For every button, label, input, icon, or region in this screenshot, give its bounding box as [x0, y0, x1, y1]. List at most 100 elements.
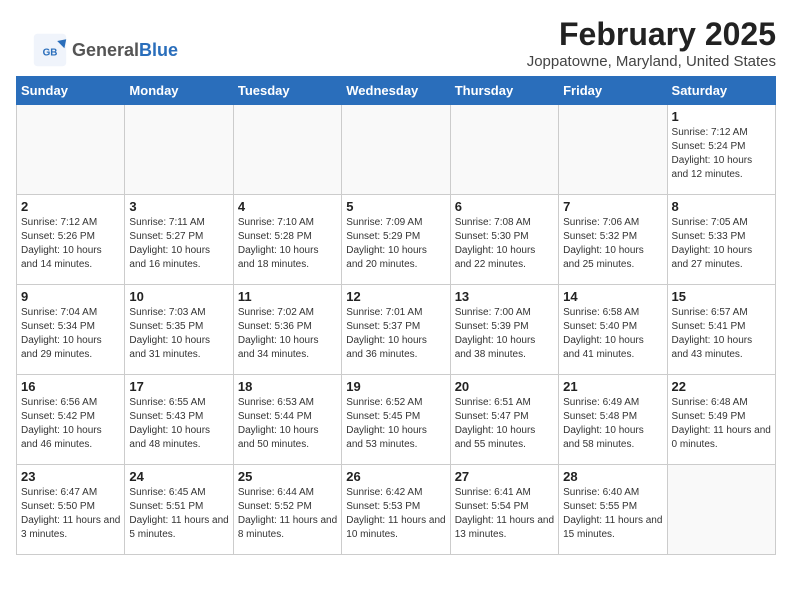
calendar-cell: 23 Sunrise: 6:47 AM Sunset: 5:50 PM Dayli… — [17, 465, 125, 555]
day-number: 14 — [563, 289, 662, 304]
calendar-cell: 20Sunrise: 6:51 AM Sunset: 5:47 PM Dayli… — [450, 375, 558, 465]
day-number: 12 — [346, 289, 445, 304]
day-info: Sunrise: 6:53 AM Sunset: 5:44 PM Dayligh… — [238, 396, 337, 452]
day-number: 19 — [346, 379, 445, 394]
day-number: 22 — [672, 379, 771, 394]
calendar-cell: 28 Sunrise: 6:40 AM Sunset: 5:55 PM Dayli… — [559, 465, 667, 555]
calendar-cell: 3 Sunrise: 7:11 AM Sunset: 5:27 PM Daylig… — [125, 195, 233, 285]
calendar-cell: 19 Sunrise: 6:52 AM Sunset: 5:45 PM Dayli… — [342, 375, 450, 465]
calendar-cell: 24 Sunrise: 6:45 AM Sunset: 5:51 PM Dayli… — [125, 465, 233, 555]
calendar-cell: 5 Sunrise: 7:09 AM Sunset: 5:29 PM Daylig… — [342, 195, 450, 285]
day-info: Sunrise: 7:11 AM Sunset: 5:27 PM Dayligh… — [129, 216, 228, 272]
day-number: 6 — [455, 199, 554, 214]
day-info: Sunrise: 7:00 AM Sunset: 5:39 PM Dayligh… — [455, 306, 554, 362]
calendar-week-row: 16 Sunrise: 6:56 AM Sunset: 5:42 PM Dayli… — [17, 375, 776, 465]
day-number: 17 — [129, 379, 228, 394]
calendar-week-row: 2 Sunrise: 7:12 AM Sunset: 5:26 PM Daylig… — [17, 195, 776, 285]
calendar-dow-thursday: Thursday — [450, 77, 558, 105]
calendar-cell — [667, 465, 775, 555]
calendar-cell — [342, 105, 450, 195]
calendar-cell: 16 Sunrise: 6:56 AM Sunset: 5:42 PM Dayli… — [17, 375, 125, 465]
day-info: Sunrise: 6:44 AM Sunset: 5:52 PM Dayligh… — [238, 486, 337, 542]
day-number: 1 — [672, 109, 771, 124]
day-info: Sunrise: 6:57 AM Sunset: 5:41 PM Dayligh… — [672, 306, 771, 362]
day-number: 21 — [563, 379, 662, 394]
calendar-cell: 22 Sunrise: 6:48 AM Sunset: 5:49 PM Dayli… — [667, 375, 775, 465]
day-info: Sunrise: 6:55 AM Sunset: 5:43 PM Dayligh… — [129, 396, 228, 452]
day-info: Sunrise: 7:02 AM Sunset: 5:36 PM Dayligh… — [238, 306, 337, 362]
day-number: 26 — [346, 469, 445, 484]
calendar-cell — [450, 105, 558, 195]
day-info: Sunrise: 7:09 AM Sunset: 5:29 PM Dayligh… — [346, 216, 445, 272]
day-info: Sunrise: 6:49 AM Sunset: 5:48 PM Dayligh… — [563, 396, 662, 452]
day-number: 13 — [455, 289, 554, 304]
calendar-dow-monday: Monday — [125, 77, 233, 105]
day-number: 24 — [129, 469, 228, 484]
day-number: 11 — [238, 289, 337, 304]
day-number: 18 — [238, 379, 337, 394]
logo-text: GeneralBlue — [72, 40, 178, 61]
day-number: 27 — [455, 469, 554, 484]
day-info: Sunrise: 6:51 AM Sunset: 5:47 PM Dayligh… — [455, 396, 554, 452]
day-info: Sunrise: 7:12 AM Sunset: 5:26 PM Dayligh… — [21, 216, 120, 272]
day-info: Sunrise: 7:04 AM Sunset: 5:34 PM Dayligh… — [21, 306, 120, 362]
calendar-dow-friday: Friday — [559, 77, 667, 105]
day-info: Sunrise: 6:52 AM Sunset: 5:45 PM Dayligh… — [346, 396, 445, 452]
day-number: 5 — [346, 199, 445, 214]
day-number: 10 — [129, 289, 228, 304]
calendar-cell: 9 Sunrise: 7:04 AM Sunset: 5:34 PM Daylig… — [17, 285, 125, 375]
calendar-cell: 15 Sunrise: 6:57 AM Sunset: 5:41 PM Dayli… — [667, 285, 775, 375]
calendar-cell: 11 Sunrise: 7:02 AM Sunset: 5:36 PM Dayli… — [233, 285, 341, 375]
day-info: Sunrise: 6:56 AM Sunset: 5:42 PM Dayligh… — [21, 396, 120, 452]
day-number: 7 — [563, 199, 662, 214]
calendar-dow-wednesday: Wednesday — [342, 77, 450, 105]
day-info: Sunrise: 7:03 AM Sunset: 5:35 PM Dayligh… — [129, 306, 228, 362]
day-number: 23 — [21, 469, 120, 484]
day-number: 2 — [21, 199, 120, 214]
day-info: Sunrise: 6:40 AM Sunset: 5:55 PM Dayligh… — [563, 486, 662, 542]
calendar-cell: 6 Sunrise: 7:08 AM Sunset: 5:30 PM Daylig… — [450, 195, 558, 285]
calendar-cell: 8 Sunrise: 7:05 AM Sunset: 5:33 PM Daylig… — [667, 195, 775, 285]
day-info: Sunrise: 7:01 AM Sunset: 5:37 PM Dayligh… — [346, 306, 445, 362]
calendar-cell: 12 Sunrise: 7:01 AM Sunset: 5:37 PM Dayli… — [342, 285, 450, 375]
calendar-dow-sunday: Sunday — [17, 77, 125, 105]
calendar-week-row: 9 Sunrise: 7:04 AM Sunset: 5:34 PM Daylig… — [17, 285, 776, 375]
day-info: Sunrise: 6:48 AM Sunset: 5:49 PM Dayligh… — [672, 396, 771, 452]
calendar-cell: 18 Sunrise: 6:53 AM Sunset: 5:44 PM Dayli… — [233, 375, 341, 465]
day-info: Sunrise: 7:08 AM Sunset: 5:30 PM Dayligh… — [455, 216, 554, 272]
calendar-cell: 14 Sunrise: 6:58 AM Sunset: 5:40 PM Dayli… — [559, 285, 667, 375]
day-number: 3 — [129, 199, 228, 214]
calendar-week-row: 23 Sunrise: 6:47 AM Sunset: 5:50 PM Dayli… — [17, 465, 776, 555]
day-info: Sunrise: 6:58 AM Sunset: 5:40 PM Dayligh… — [563, 306, 662, 362]
calendar-cell — [17, 105, 125, 195]
calendar-week-row: 1 Sunrise: 7:12 AM Sunset: 5:24 PM Daylig… — [17, 105, 776, 195]
day-number: 28 — [563, 469, 662, 484]
calendar-cell: 21 Sunrise: 6:49 AM Sunset: 5:48 PM Dayli… — [559, 375, 667, 465]
calendar-cell: 26Sunrise: 6:42 AM Sunset: 5:53 PM Dayli… — [342, 465, 450, 555]
calendar-cell: 1 Sunrise: 7:12 AM Sunset: 5:24 PM Daylig… — [667, 105, 775, 195]
day-info: Sunrise: 6:47 AM Sunset: 5:50 PM Dayligh… — [21, 486, 120, 542]
day-number: 25 — [238, 469, 337, 484]
svg-text:GB: GB — [43, 47, 58, 58]
day-info: Sunrise: 6:45 AM Sunset: 5:51 PM Dayligh… — [129, 486, 228, 542]
day-number: 9 — [21, 289, 120, 304]
top-section: GB GeneralBlue February 2025 Joppatowne,… — [16, 16, 776, 70]
day-number: 4 — [238, 199, 337, 214]
day-number: 8 — [672, 199, 771, 214]
calendar-cell: 10 Sunrise: 7:03 AM Sunset: 5:35 PM Dayli… — [125, 285, 233, 375]
calendar-dow-tuesday: Tuesday — [233, 77, 341, 105]
day-number: 16 — [21, 379, 120, 394]
calendar-cell: 4 Sunrise: 7:10 AM Sunset: 5:28 PM Daylig… — [233, 195, 341, 285]
day-info: Sunrise: 7:10 AM Sunset: 5:28 PM Dayligh… — [238, 216, 337, 272]
day-info: Sunrise: 7:12 AM Sunset: 5:24 PM Dayligh… — [672, 126, 771, 182]
logo-icon: GB — [32, 32, 68, 68]
calendar-cell: 27Sunrise: 6:41 AM Sunset: 5:54 PM Dayli… — [450, 465, 558, 555]
calendar-cell: 17 Sunrise: 6:55 AM Sunset: 5:43 PM Dayli… — [125, 375, 233, 465]
calendar-cell — [125, 105, 233, 195]
calendar-dow-saturday: Saturday — [667, 77, 775, 105]
day-info: Sunrise: 7:05 AM Sunset: 5:33 PM Dayligh… — [672, 216, 771, 272]
calendar-cell: 2 Sunrise: 7:12 AM Sunset: 5:26 PM Daylig… — [17, 195, 125, 285]
day-number: 15 — [672, 289, 771, 304]
calendar-table: SundayMondayTuesdayWednesdayThursdayFrid… — [16, 76, 776, 555]
logo: GB GeneralBlue — [32, 32, 178, 68]
